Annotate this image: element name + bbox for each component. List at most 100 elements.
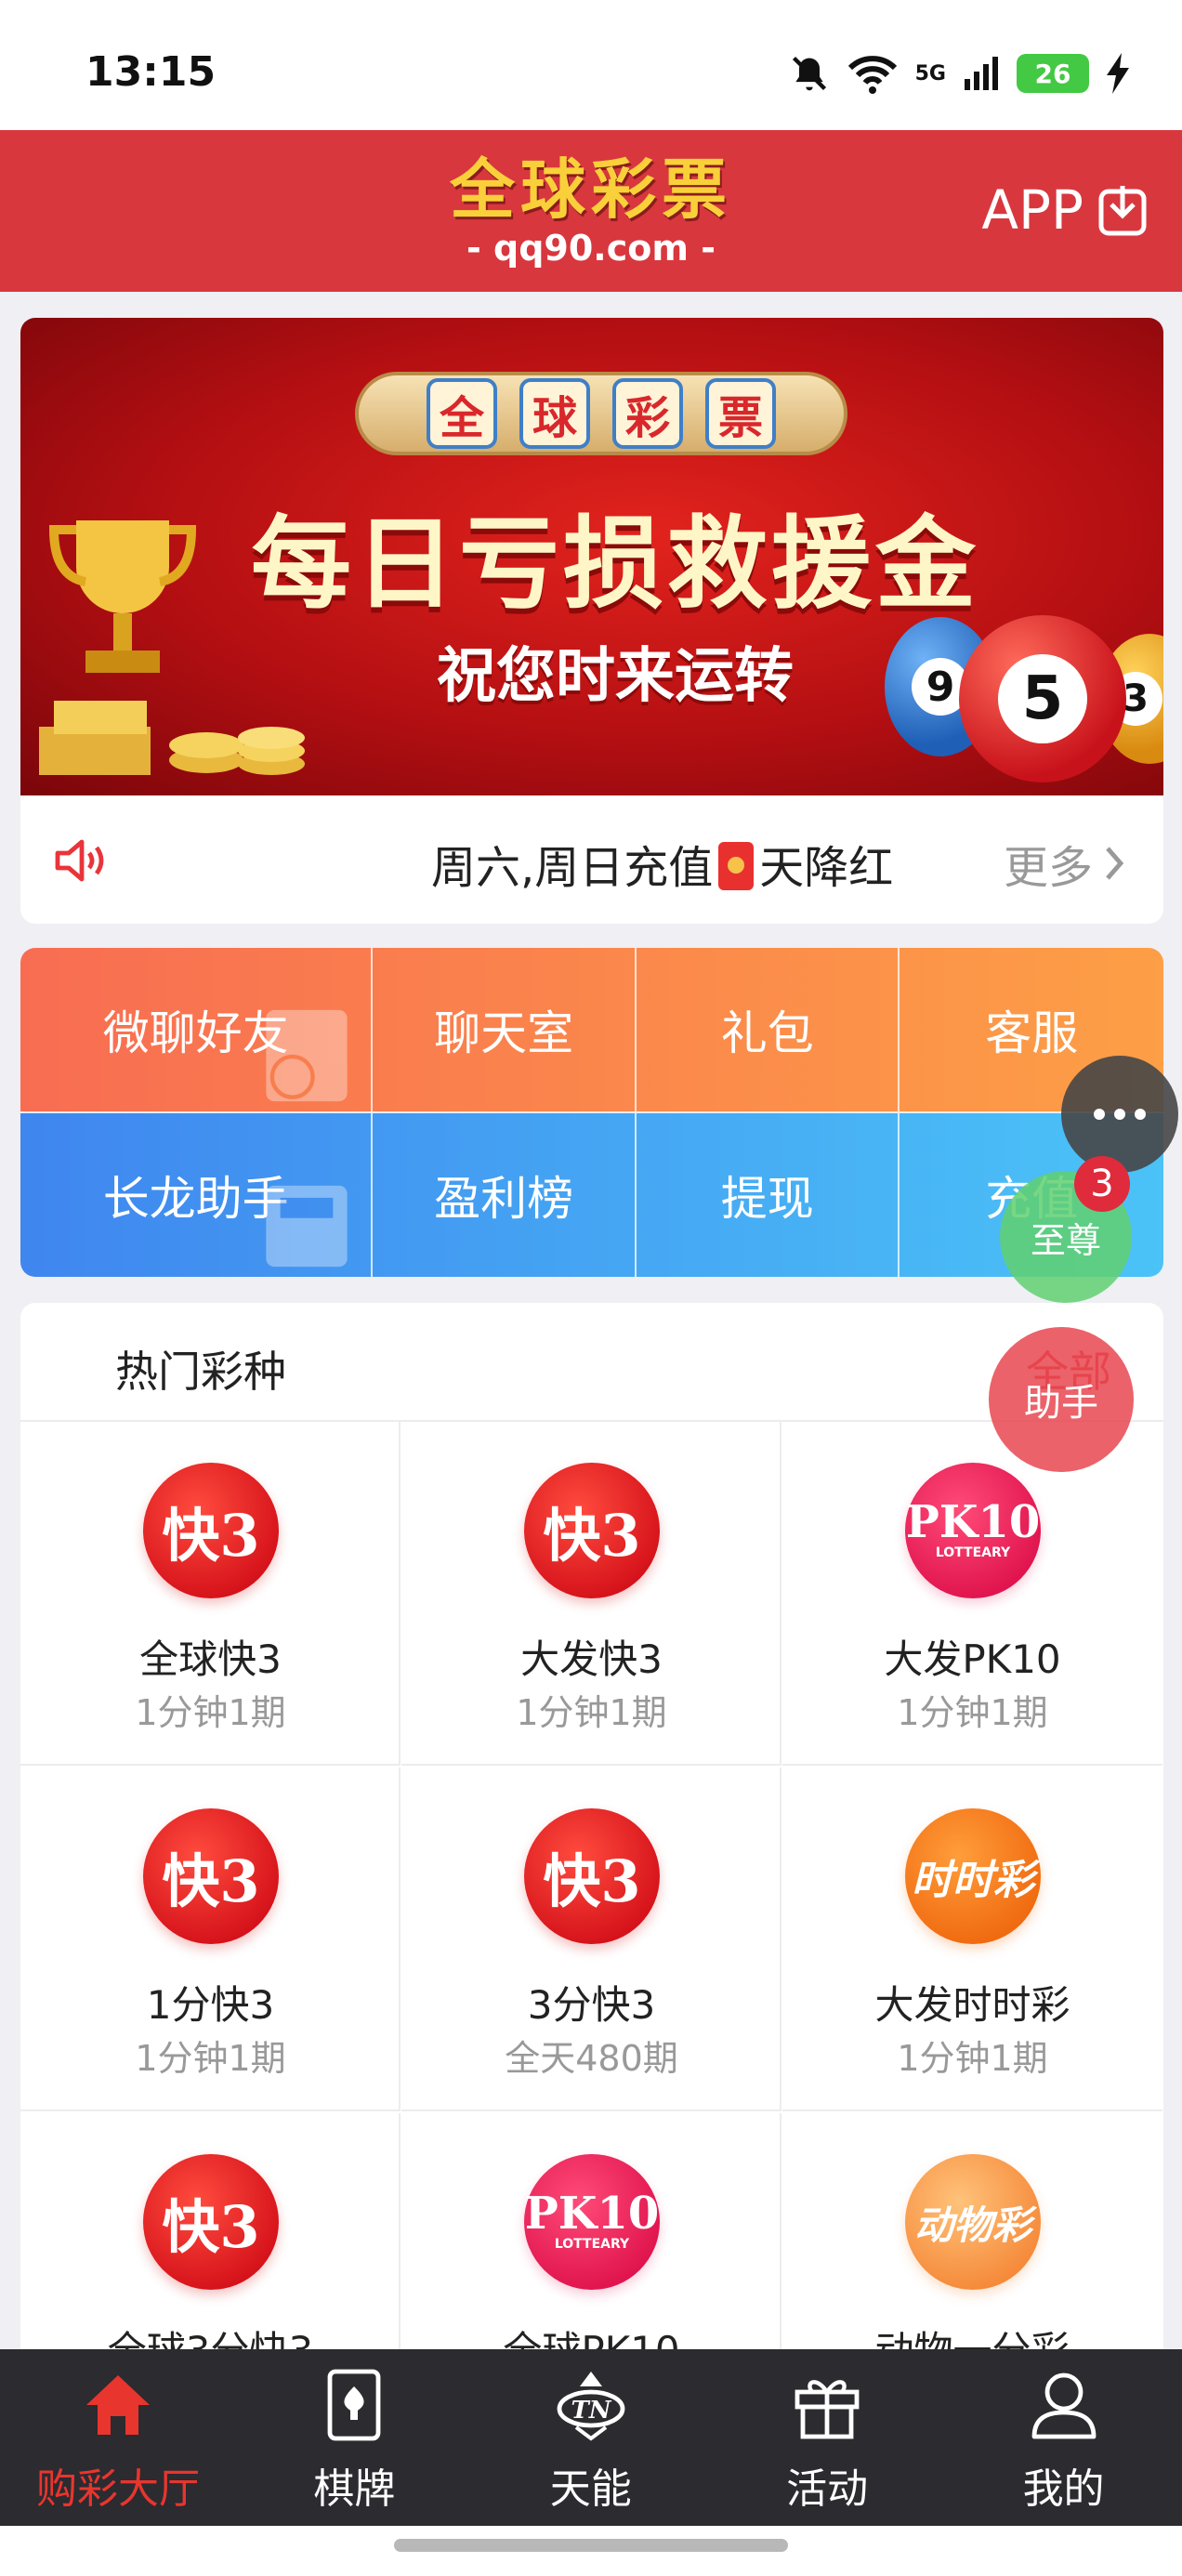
- home-icon: [86, 2375, 150, 2435]
- quick-item-withdraw[interactable]: 提现: [637, 1113, 900, 1277]
- lottery-name: 3分快3: [527, 1982, 656, 2028]
- wifi-icon: [847, 56, 897, 94]
- animal-lottery-icon: 动物彩: [905, 2154, 1041, 2290]
- app-download-button[interactable]: APP: [981, 178, 1147, 242]
- status-icons: 5G 26: [789, 50, 1130, 97]
- quick-item-label: 盈利榜: [434, 1172, 574, 1226]
- red-envelope-icon: [718, 842, 755, 890]
- lottery-period: 1分钟1期: [135, 1692, 286, 1733]
- gesture-bar: [0, 2526, 1182, 2576]
- signal-icon: [965, 57, 998, 90]
- kuai3-icon: 快3: [143, 1463, 279, 1598]
- dot: [1135, 1109, 1146, 1120]
- hot-lottery-section: 热门彩种 全部 快3 全球快3 1分钟1期 快3 大发快3 1分钟1期 PK10…: [20, 1303, 1163, 2351]
- ribbon-char: 彩: [612, 378, 683, 449]
- network-type: 5G: [914, 61, 946, 85]
- bottom-tab-bar: 购彩大厅 棋牌 TN 天能 活动 我的: [0, 2349, 1182, 2526]
- trophy-icon: [48, 520, 197, 673]
- tab-label: 购彩大厅: [36, 2465, 200, 2513]
- app-header: 全球彩票 - qq90.com - APP: [0, 130, 1182, 292]
- chat-decoration-icon: [266, 1009, 348, 1102]
- lottery-name: 1分快3: [146, 1982, 275, 2028]
- tab-label: 我的: [1022, 2465, 1105, 2513]
- shishicai-icon: 时时彩: [905, 1808, 1041, 1944]
- tab-tianneng[interactable]: TN 天能: [473, 2349, 709, 2526]
- dot: [1094, 1109, 1105, 1120]
- tab-activities[interactable]: 活动: [709, 2349, 945, 2526]
- tab-label: 棋牌: [313, 2465, 396, 2513]
- lottery-item[interactable]: 快3 大发快3 1分钟1期: [401, 1422, 781, 1766]
- section-title: 热门彩种: [115, 1347, 286, 1397]
- quick-item-label: 礼包: [720, 1006, 814, 1060]
- app-download-label: APP: [981, 178, 1084, 242]
- pk10-icon-subtext: LOTTEARY: [554, 2237, 630, 2252]
- quick-item-label: 聊天室: [434, 1006, 574, 1060]
- quick-item-dragon-assistant[interactable]: 长龙助手: [20, 1113, 374, 1277]
- lottery-name: 全球3分快3: [107, 2328, 314, 2351]
- quick-item-profit-ranking[interactable]: 盈利榜: [373, 1113, 637, 1277]
- lottery-period: 1分钟1期: [516, 1692, 667, 1733]
- tab-label: 活动: [786, 2465, 869, 2513]
- ribbon-char: 球: [519, 378, 590, 449]
- banner-ribbon: 全 球 彩 票: [355, 372, 847, 455]
- quick-item-label: 提现: [720, 1172, 814, 1226]
- bell-off-icon: [792, 56, 826, 91]
- lottery-item[interactable]: PK10 LOTTEARY 全球PK10: [401, 2113, 781, 2351]
- lottery-item[interactable]: PK10 LOTTEARY 大发PK10 1分钟1期: [782, 1422, 1162, 1766]
- status-time: 13:15: [85, 48, 217, 96]
- lottery-item[interactable]: 快3 全球快3 1分钟1期: [20, 1422, 401, 1766]
- lottery-period: 1分钟1期: [897, 1692, 1048, 1733]
- lottery-ball: 5: [959, 615, 1126, 782]
- kuai3-icon: 快3: [143, 1808, 279, 1944]
- lottery-name: 全球PK10: [503, 2328, 680, 2351]
- lottery-name: 动物一分彩: [874, 2328, 1070, 2351]
- quick-menu-row: 长龙助手 盈利榜 提现 充值: [20, 1113, 1163, 1277]
- user-icon: [1031, 2372, 1096, 2439]
- lottery-period: 1分钟1期: [135, 2038, 286, 2079]
- pk10-icon-text: PK10: [905, 1496, 1041, 1548]
- poker-card-icon: [327, 2369, 381, 2441]
- quick-menu-row: 微聊好友 聊天室 礼包 客服: [20, 948, 1163, 1111]
- gift-icon: [795, 2380, 860, 2439]
- notice-bar[interactable]: 周六,周日充值 天降红 更多: [20, 795, 1163, 924]
- promo-card: 全 球 彩 票 每日亏损救援金 祝您时来运转 9 3 5 周六,周日充值 天降红 …: [20, 318, 1163, 924]
- battery-indicator: 26: [1017, 54, 1089, 93]
- lottery-item[interactable]: 动物彩 动物一分彩: [782, 2113, 1162, 2351]
- kuai3-icon: 快3: [524, 1463, 660, 1598]
- chevron-right-icon: [1106, 847, 1124, 880]
- banner-headline: 每日亏损救援金: [250, 506, 979, 623]
- notification-badge: 3: [1074, 1156, 1130, 1212]
- floating-helper-button[interactable]: 助手: [989, 1327, 1134, 1472]
- lottery-period: 全天480期: [505, 2038, 678, 2079]
- ribbon-char: 全: [427, 378, 497, 449]
- lottery-item[interactable]: 时时彩 大发时时彩 1分钟1期: [782, 1768, 1162, 2111]
- lottery-period: 1分钟1期: [897, 2038, 1048, 2079]
- ball-number: 5: [998, 654, 1087, 743]
- lottery-item[interactable]: 快3 1分快3 1分钟1期: [20, 1768, 401, 2111]
- speaker-icon: [55, 839, 104, 882]
- notice-text-part: 周六,周日充值: [431, 842, 714, 894]
- notice-more-link[interactable]: 更多: [1004, 831, 1124, 896]
- quick-item-label: 客服: [985, 1006, 1079, 1060]
- lottery-item[interactable]: 快3 全球3分快3: [20, 2113, 401, 2351]
- home-indicator[interactable]: [394, 2539, 788, 2552]
- lottery-item[interactable]: 快3 3分快3 全天480期: [401, 1768, 781, 2111]
- lottery-name: 大发快3: [520, 1636, 663, 1682]
- download-icon: [1098, 186, 1147, 236]
- quick-menu: 微聊好友 聊天室 礼包 客服 长龙助手 盈利榜 提现 充值: [20, 948, 1163, 1277]
- pk10-icon-text: PK10: [524, 2188, 660, 2240]
- notice-marquee: 周六,周日充值 天降红: [431, 831, 952, 896]
- promo-banner[interactable]: 全 球 彩 票 每日亏损救援金 祝您时来运转 9 3 5: [20, 318, 1163, 795]
- kuai3-icon: 快3: [524, 1808, 660, 1944]
- tab-mine[interactable]: 我的: [946, 2349, 1182, 2526]
- floating-more-button[interactable]: [1061, 1056, 1178, 1173]
- ribbon-char: 票: [705, 378, 776, 449]
- dot: [1114, 1109, 1125, 1120]
- quick-item-gift-pack[interactable]: 礼包: [637, 948, 900, 1111]
- tab-lottery-hall[interactable]: 购彩大厅: [0, 2349, 236, 2526]
- quick-item-wechat-friends[interactable]: 微聊好友: [20, 948, 374, 1111]
- lottery-name: 大发时时彩: [874, 1982, 1070, 2028]
- tab-chess-cards[interactable]: 棋牌: [236, 2349, 472, 2526]
- more-label: 更多: [1003, 842, 1093, 894]
- quick-item-chat-room[interactable]: 聊天室: [373, 948, 637, 1111]
